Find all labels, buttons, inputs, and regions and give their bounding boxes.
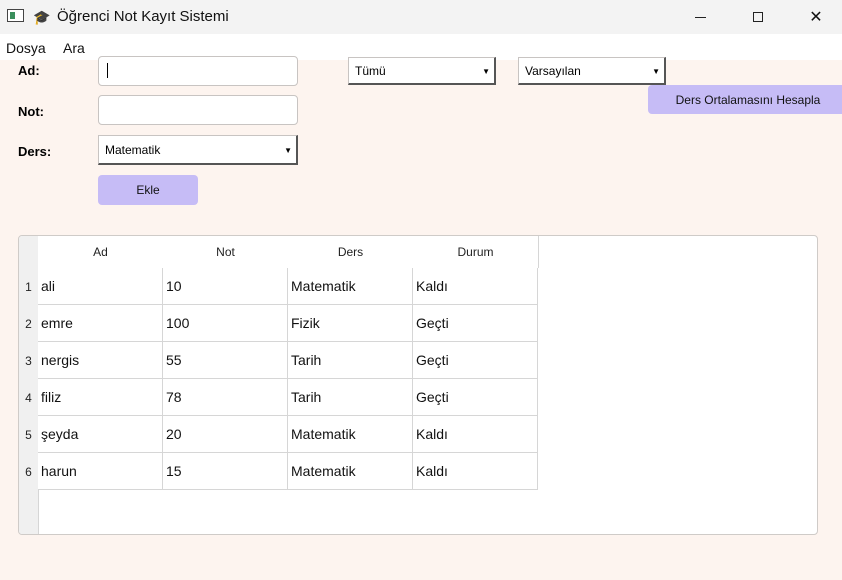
ad-input[interactable] [98,56,298,86]
ders-select[interactable]: Matematik ▼ [98,135,298,165]
close-icon: ✕ [809,9,823,26]
cell-ders[interactable]: Tarih [288,379,413,416]
cell-ders[interactable]: Fizik [288,305,413,342]
column-header-ders[interactable]: Ders [288,236,414,268]
menu-dosya[interactable]: Dosya [6,40,46,56]
calculate-average-button[interactable]: Ders Ortalamasını Hesapla [648,85,842,114]
row-number[interactable]: 3 [19,342,38,379]
row-number[interactable]: 5 [19,416,38,453]
row-number[interactable]: 6 [19,453,38,490]
maximize-button[interactable] [729,0,787,34]
close-button[interactable]: ✕ [787,0,842,34]
not-input[interactable] [98,95,298,125]
cell-ders[interactable]: Matematik [288,453,413,490]
cell-ad[interactable]: nergis [38,342,163,379]
cell-ad[interactable]: harun [38,453,163,490]
window-title: Öğrenci Not Kayıt Sistemi [57,8,229,25]
minimize-button[interactable] [671,0,729,34]
text-caret [107,63,108,78]
cell-not[interactable]: 15 [163,453,288,490]
ders-select-value: Matematik [105,142,161,157]
cell-not[interactable]: 10 [163,268,288,305]
cell-ad[interactable]: ali [38,268,163,305]
column-header-durum[interactable]: Durum [413,236,539,268]
cell-durum[interactable]: Geçti [413,305,538,342]
cell-not[interactable]: 100 [163,305,288,342]
column-header-ad[interactable]: Ad [38,236,164,268]
sort-select[interactable]: Varsayılan ▼ [518,57,666,85]
cell-ders[interactable]: Tarih [288,342,413,379]
ad-label: Ad: [18,63,40,78]
maximize-icon [753,12,763,22]
ders-label: Ders: [18,144,52,159]
grades-table[interactable]: Ad Not Ders Durum 1 ali 10 Matematik Kal… [18,235,818,535]
cell-durum[interactable]: Geçti [413,379,538,416]
cell-durum[interactable]: Geçti [413,342,538,379]
cell-durum[interactable]: Kaldı [413,416,538,453]
cell-not[interactable]: 20 [163,416,288,453]
cell-not[interactable]: 78 [163,379,288,416]
cell-ders[interactable]: Matematik [288,268,413,305]
sort-select-value: Varsayılan [525,63,581,78]
row-number[interactable]: 1 [19,268,38,305]
menu-ara[interactable]: Ara [63,40,85,56]
cell-durum[interactable]: Kaldı [413,268,538,305]
add-button[interactable]: Ekle [98,175,198,205]
course-filter-value: Tümü [355,63,386,78]
minimize-icon [694,16,706,18]
dropdown-arrow-icon: ▼ [284,145,292,155]
column-header-not[interactable]: Not [163,236,289,268]
cell-ad[interactable]: filiz [38,379,163,416]
cell-durum[interactable]: Kaldı [413,453,538,490]
cell-ad[interactable]: emre [38,305,163,342]
cell-not[interactable]: 55 [163,342,288,379]
title-bar: 🎓 Öğrenci Not Kayıt Sistemi ✕ [0,0,842,34]
row-number[interactable]: 4 [19,379,38,416]
dropdown-arrow-icon: ▼ [482,66,490,76]
cell-ders[interactable]: Matematik [288,416,413,453]
app-icon [7,9,24,22]
graduation-cap-icon: 🎓 [33,9,51,25]
cell-ad[interactable]: şeyda [38,416,163,453]
course-filter-select[interactable]: Tümü ▼ [348,57,496,85]
dropdown-arrow-icon: ▼ [652,66,660,76]
row-number[interactable]: 2 [19,305,38,342]
not-label: Not: [18,104,44,119]
